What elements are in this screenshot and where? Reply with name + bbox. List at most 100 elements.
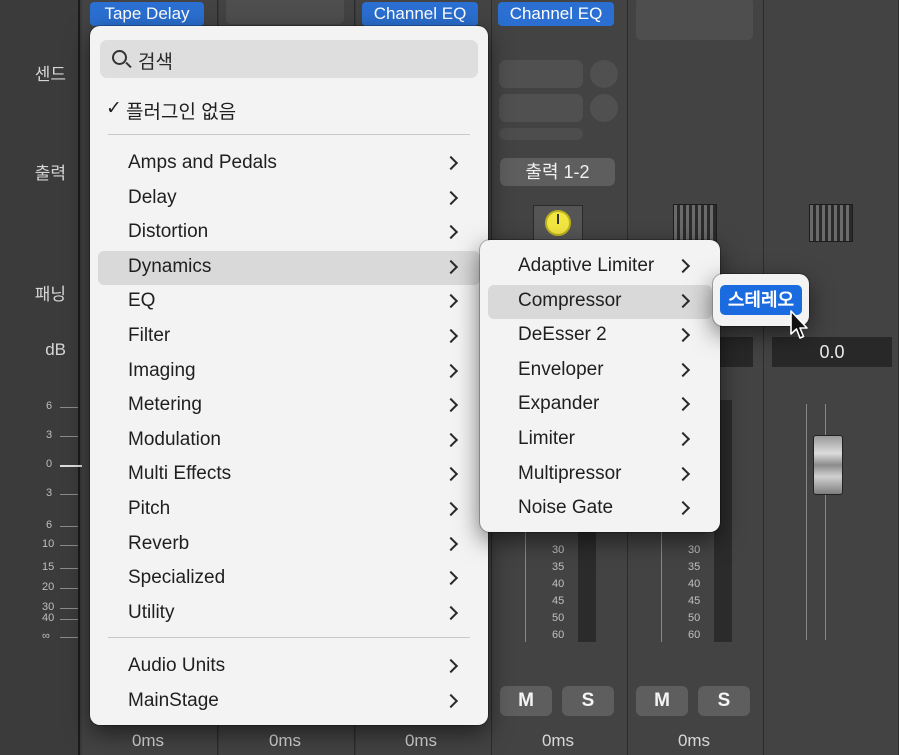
chevron-right-icon	[675, 466, 691, 481]
menu-item-label: Noise Gate	[518, 497, 614, 519]
plugin-slot-channel-eq[interactable]: Channel EQ	[362, 2, 478, 26]
search-icon	[112, 50, 127, 65]
menu-item[interactable]: Utility	[98, 597, 480, 631]
scale-mark: 40	[42, 612, 55, 624]
delay-readout: 0ms	[268, 731, 302, 750]
channel-strip-6	[764, 0, 899, 755]
menu-item[interactable]: Amps and Pedals	[98, 147, 480, 181]
menu-item-no-plugin[interactable]: ✓ 플러그인 없음	[98, 92, 480, 126]
chevron-right-icon	[443, 693, 459, 708]
chevron-right-icon	[443, 190, 459, 205]
menu-item[interactable]: MainStage	[98, 685, 480, 719]
chevron-right-icon	[675, 293, 691, 308]
meter-scale: 30 35 40 45 50 60	[552, 544, 565, 641]
menu-item[interactable]: Limiter	[488, 423, 712, 457]
send-level-knob[interactable]	[590, 60, 618, 88]
menu-item-label: EQ	[128, 290, 156, 312]
menu-item-label: Multipressor	[518, 462, 622, 484]
plugin-slot-empty[interactable]	[636, 0, 753, 40]
mute-button[interactable]: M	[500, 686, 552, 716]
scale-mark: 20	[42, 581, 55, 593]
scale-mark: 15	[42, 561, 55, 573]
mouse-pointer-icon	[790, 310, 808, 339]
menu-item[interactable]: Dynamics	[98, 250, 480, 285]
send-slot[interactable]	[499, 60, 583, 88]
send-slot[interactable]	[499, 94, 583, 122]
menu-item-label: Dynamics	[128, 255, 212, 277]
solo-button[interactable]: S	[562, 686, 614, 716]
menu-item-label: Imaging	[128, 359, 196, 381]
output-button[interactable]: 출력 1-2	[500, 158, 615, 186]
menu-item[interactable]: Audio Units	[98, 650, 480, 684]
meter-scale: 30 35 40 45 50 60	[688, 544, 701, 641]
menu-item-label: Adaptive Limiter	[518, 255, 655, 276]
menu-item[interactable]: Modulation	[98, 424, 480, 458]
menu-item[interactable]: Multi Effects	[98, 458, 480, 492]
menu-item[interactable]: Imaging	[98, 355, 480, 389]
chevron-right-icon	[443, 155, 459, 171]
menu-item[interactable]: DeEsser 2	[488, 319, 712, 353]
scale-mark: 0	[46, 458, 53, 470]
delay-readout: 0ms	[541, 731, 575, 750]
search-field[interactable]: 검색	[100, 40, 478, 78]
chevron-right-icon	[675, 328, 691, 343]
plugin-menu: 검색 ✓ 플러그인 없음 Amps and Pedals Delay Distort…	[90, 26, 488, 725]
delay-readout: 0ms	[404, 731, 438, 750]
solo-button[interactable]: S	[698, 686, 750, 716]
menu-item-label: MainStage	[128, 689, 219, 711]
menu-item[interactable]: Pitch	[98, 493, 480, 527]
chevron-right-icon	[443, 328, 459, 344]
menu-item[interactable]: Distortion	[98, 216, 480, 250]
menu-item[interactable]: Delay	[98, 182, 480, 216]
checkmark-icon: ✓	[106, 98, 122, 119]
menu-item[interactable]: Specialized	[98, 562, 480, 596]
chevron-right-icon	[443, 536, 459, 551]
menu-item-label: Limiter	[518, 428, 576, 449]
menu-item[interactable]: Expander	[488, 388, 712, 422]
chevron-right-icon	[443, 294, 459, 309]
menu-item[interactable]: Filter	[98, 320, 480, 354]
menu-item[interactable]: Compressor	[488, 284, 712, 319]
chevron-right-icon	[675, 431, 691, 447]
menu-item-label: Metering	[128, 394, 202, 416]
fader-scale: 6 3 0 3 6 10 15 20 30 40 ∞	[36, 400, 82, 650]
search-placeholder: 검색	[138, 52, 173, 73]
fader-track	[642, 530, 662, 642]
menu-item-label: Audio Units	[128, 655, 226, 676]
scale-mark: 6	[46, 400, 53, 412]
menu-item-label: Distortion	[128, 221, 209, 243]
eq-thumbnail[interactable]	[673, 204, 717, 242]
plugin-slot-empty[interactable]	[226, 0, 344, 24]
pan-knob[interactable]	[545, 210, 571, 236]
menu-item[interactable]: Metering	[98, 389, 480, 423]
menu-item[interactable]: Noise Gate	[488, 492, 712, 526]
menu-item[interactable]: Multipressor	[488, 458, 712, 492]
chevron-right-icon	[675, 258, 691, 274]
eq-thumbnail[interactable]	[809, 204, 853, 242]
menu-separator	[108, 637, 470, 638]
menu-item[interactable]: Adaptive Limiter	[488, 250, 712, 284]
menu-item[interactable]: EQ	[98, 285, 480, 319]
plugin-slot-channel-eq[interactable]: Channel EQ	[498, 2, 614, 26]
menu-item-label: Expander	[518, 393, 600, 415]
mute-button[interactable]: M	[636, 686, 688, 716]
menu-item-label: Multi Effects	[128, 463, 232, 485]
menu-item-label: Enveloper	[518, 358, 604, 380]
chevron-right-icon	[443, 658, 459, 674]
menu-item-label: Reverb	[128, 532, 190, 554]
chevron-right-icon	[443, 432, 459, 447]
menu-item[interactable]: Enveloper	[488, 354, 712, 388]
output-row-label: 출력	[34, 164, 66, 183]
menu-item[interactable]: Reverb	[98, 528, 480, 562]
chevron-right-icon	[675, 362, 691, 377]
menu-item-label: Filter	[128, 325, 171, 346]
chevron-right-icon	[443, 571, 459, 586]
menu-item-label: Delay	[128, 186, 177, 208]
volume-fader[interactable]	[813, 435, 843, 495]
chevron-right-icon	[443, 467, 459, 482]
send-slot-thin[interactable]	[499, 128, 583, 140]
plugin-slot-tape-delay[interactable]: Tape Delay	[90, 2, 204, 26]
send-level-knob[interactable]	[590, 94, 618, 122]
chevron-right-icon	[443, 501, 459, 517]
menu-item-label: Amps and Pedals	[128, 152, 277, 173]
